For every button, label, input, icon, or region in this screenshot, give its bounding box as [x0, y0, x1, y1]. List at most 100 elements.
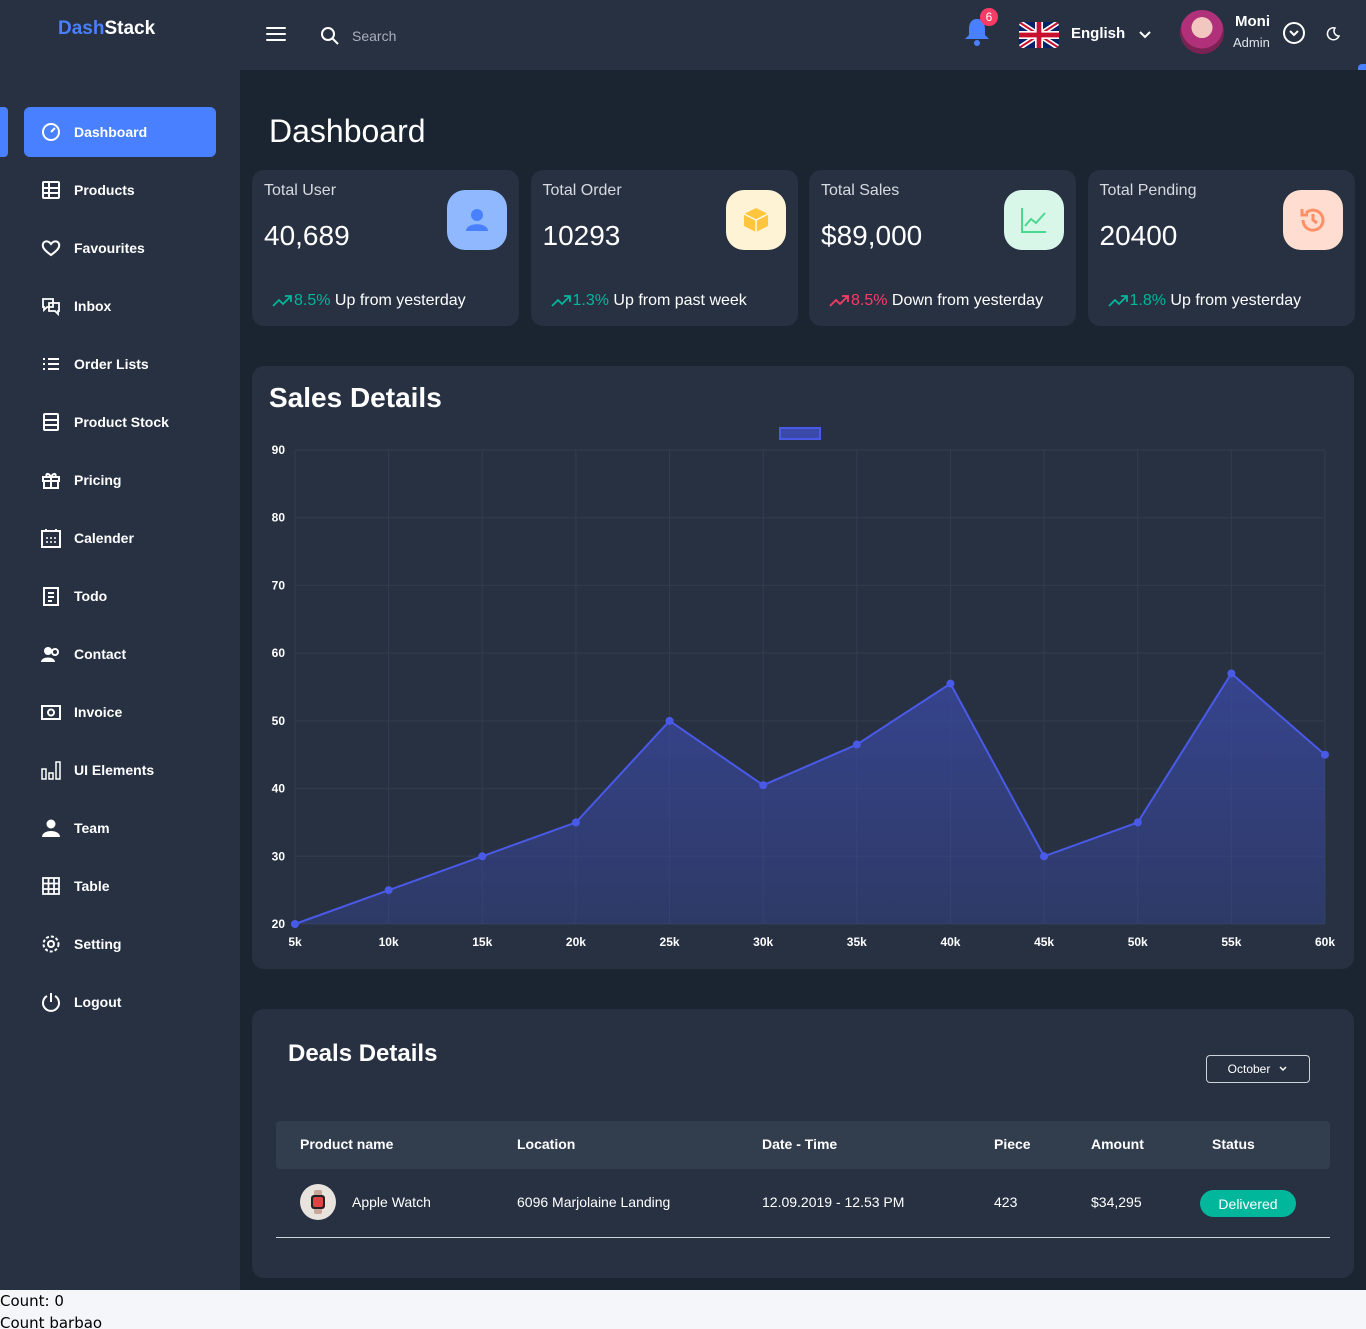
stat-card-value: 20400 — [1099, 220, 1178, 251]
row-divider — [276, 1237, 1330, 1238]
sidebar-item-label: Table — [74, 878, 110, 894]
column-header-date-time[interactable]: Date - Time — [762, 1136, 837, 1152]
profile-dropdown-button[interactable] — [1283, 22, 1305, 44]
sidebar-item-setting[interactable]: Setting — [24, 919, 216, 969]
chart-legend-swatch[interactable] — [779, 427, 821, 440]
sidebar-item-label: Inbox — [74, 298, 112, 314]
stat-card-percent: 1.3% — [572, 292, 609, 309]
sales-details-panel — [252, 366, 1354, 969]
uk-flag-icon[interactable] — [1019, 22, 1059, 48]
sidebar-item-invoice[interactable]: Invoice — [24, 687, 216, 737]
stat-card-trend: 1.8% Up from yesterday — [1107, 292, 1301, 310]
cell-location: 6096 Marjolaine Landing — [517, 1194, 671, 1210]
search-input[interactable] — [352, 28, 552, 44]
stat-card-percent: 8.5% — [851, 292, 888, 309]
user-icon — [447, 190, 507, 250]
moon-icon[interactable] — [1325, 26, 1341, 42]
sidebar-item-label: Order Lists — [74, 356, 149, 372]
status-badge: Delivered — [1200, 1190, 1296, 1217]
user-avatar[interactable] — [1180, 10, 1224, 54]
deals-details-title: Deals Details — [288, 1040, 438, 1067]
page-title: Dashboard — [269, 113, 426, 149]
history-icon — [1282, 190, 1343, 250]
stat-card-percent: 1.8% — [1129, 292, 1166, 309]
stat-card-title: Total Sales — [821, 182, 900, 199]
cell-piece: 423 — [994, 1194, 1018, 1210]
inbox-icon — [40, 295, 62, 317]
trending-down-icon — [829, 295, 849, 307]
sidebar-item-label: Invoice — [74, 704, 123, 720]
top-bar — [0, 0, 1366, 70]
sidebar-item-label: Favourites — [74, 240, 145, 256]
contact-icon — [40, 643, 62, 665]
logo-part-dash: Dash — [58, 18, 105, 39]
stat-card-total-order: Total Order 10293 1.3% Up from past week — [530, 170, 798, 326]
logo-part-stack: Stack — [104, 18, 156, 39]
trending-up-icon — [272, 295, 292, 307]
stat-card-trend: 8.5% Up from yesterday — [272, 292, 466, 310]
stat-card-total-sales: Total Sales $89,000 8.5% Down from yesterd… — [809, 170, 1076, 326]
sidebar-item-product-stock[interactable]: Product Stock — [24, 397, 216, 447]
column-header-product[interactable]: Product name — [300, 1136, 393, 1152]
sidebar-item-label: Pricing — [74, 472, 122, 488]
line-chart-icon — [1004, 190, 1064, 250]
stat-card-value: 40,689 — [264, 220, 350, 251]
chevron-down-icon[interactable] — [1138, 27, 1152, 41]
sidebar-item-label: Dashboard — [74, 124, 148, 140]
sales-details-title: Sales Details — [269, 382, 442, 413]
sidebar-item-contact[interactable]: Contact — [24, 629, 216, 679]
user-role: Admin — [1233, 35, 1270, 50]
stat-card-trend-text: Up from yesterday — [330, 292, 466, 309]
stat-card-value: 10293 — [542, 220, 621, 251]
hamburger-menu-icon[interactable] — [266, 27, 286, 43]
heart-icon — [40, 237, 62, 259]
grid-icon — [40, 179, 62, 201]
stat-card-total-pending: Total Pending 20400 1.8% Up from yesterday — [1087, 170, 1355, 326]
dashboard-icon — [40, 121, 62, 143]
box-icon — [725, 190, 786, 250]
stat-card-title: Total User — [264, 182, 337, 199]
power-icon — [40, 991, 62, 1013]
sidebar-item-order-lists[interactable]: Order Lists — [24, 339, 216, 389]
sidebar-item-todo[interactable]: Todo — [24, 571, 216, 621]
sidebar-item-label: Contact — [74, 646, 127, 662]
sidebar-item-pricing[interactable]: Pricing — [24, 455, 216, 505]
column-header-location[interactable]: Location — [517, 1136, 575, 1152]
product-image — [300, 1184, 336, 1220]
table-icon — [40, 875, 62, 897]
list-icon — [40, 353, 62, 375]
calendar-icon — [40, 527, 62, 549]
month-select[interactable]: October — [1206, 1055, 1310, 1083]
team-icon — [40, 817, 62, 839]
stat-card-trend: 1.3% Up from past week — [550, 292, 747, 310]
chevron-down-icon — [1289, 30, 1299, 37]
search-bar[interactable] — [320, 22, 620, 50]
notification-count-badge: 6 — [980, 8, 998, 26]
stat-card-title: Total Pending — [1099, 182, 1197, 199]
sidebar-item-dashboard[interactable]: Dashboard — [24, 107, 216, 157]
trending-up-icon — [1107, 295, 1128, 307]
sidebar-item-calender[interactable]: Calender — [24, 513, 216, 563]
sidebar-item-label: Setting — [74, 936, 122, 952]
gift-icon — [40, 469, 62, 491]
sidebar-item-table[interactable]: Table — [24, 861, 216, 911]
column-header-status[interactable]: Status — [1212, 1136, 1255, 1152]
sidebar-item-team[interactable]: Team — [24, 803, 216, 853]
sidebar-item-label: Todo — [74, 588, 108, 604]
column-header-amount[interactable]: Amount — [1091, 1136, 1144, 1152]
sidebar-item-favourites[interactable]: Favourites — [24, 223, 216, 273]
stock-icon — [40, 411, 62, 433]
language-label[interactable]: English — [1071, 25, 1125, 42]
sidebar-item-products[interactable]: Products — [24, 165, 216, 215]
sidebar-item-ui-elements[interactable]: UI Elements — [24, 745, 216, 795]
stat-card-trend: 8.5% Down from yesterday — [829, 292, 1043, 310]
sidebar-item-label: Product Stock — [74, 414, 169, 430]
trending-up-icon — [550, 295, 571, 307]
sidebar-item-inbox[interactable]: Inbox — [24, 281, 216, 331]
stat-card-trend-text: Up from past week — [608, 292, 747, 309]
sidebar-item-logout[interactable]: Logout — [24, 977, 216, 1027]
user-name: Moni — [1235, 13, 1270, 30]
app-logo[interactable]: DashStack — [58, 18, 155, 40]
stat-card-total-user: Total User 40,689 8.5% Up from yesterday — [252, 170, 519, 326]
column-header-piece[interactable]: Piece — [994, 1136, 1031, 1152]
